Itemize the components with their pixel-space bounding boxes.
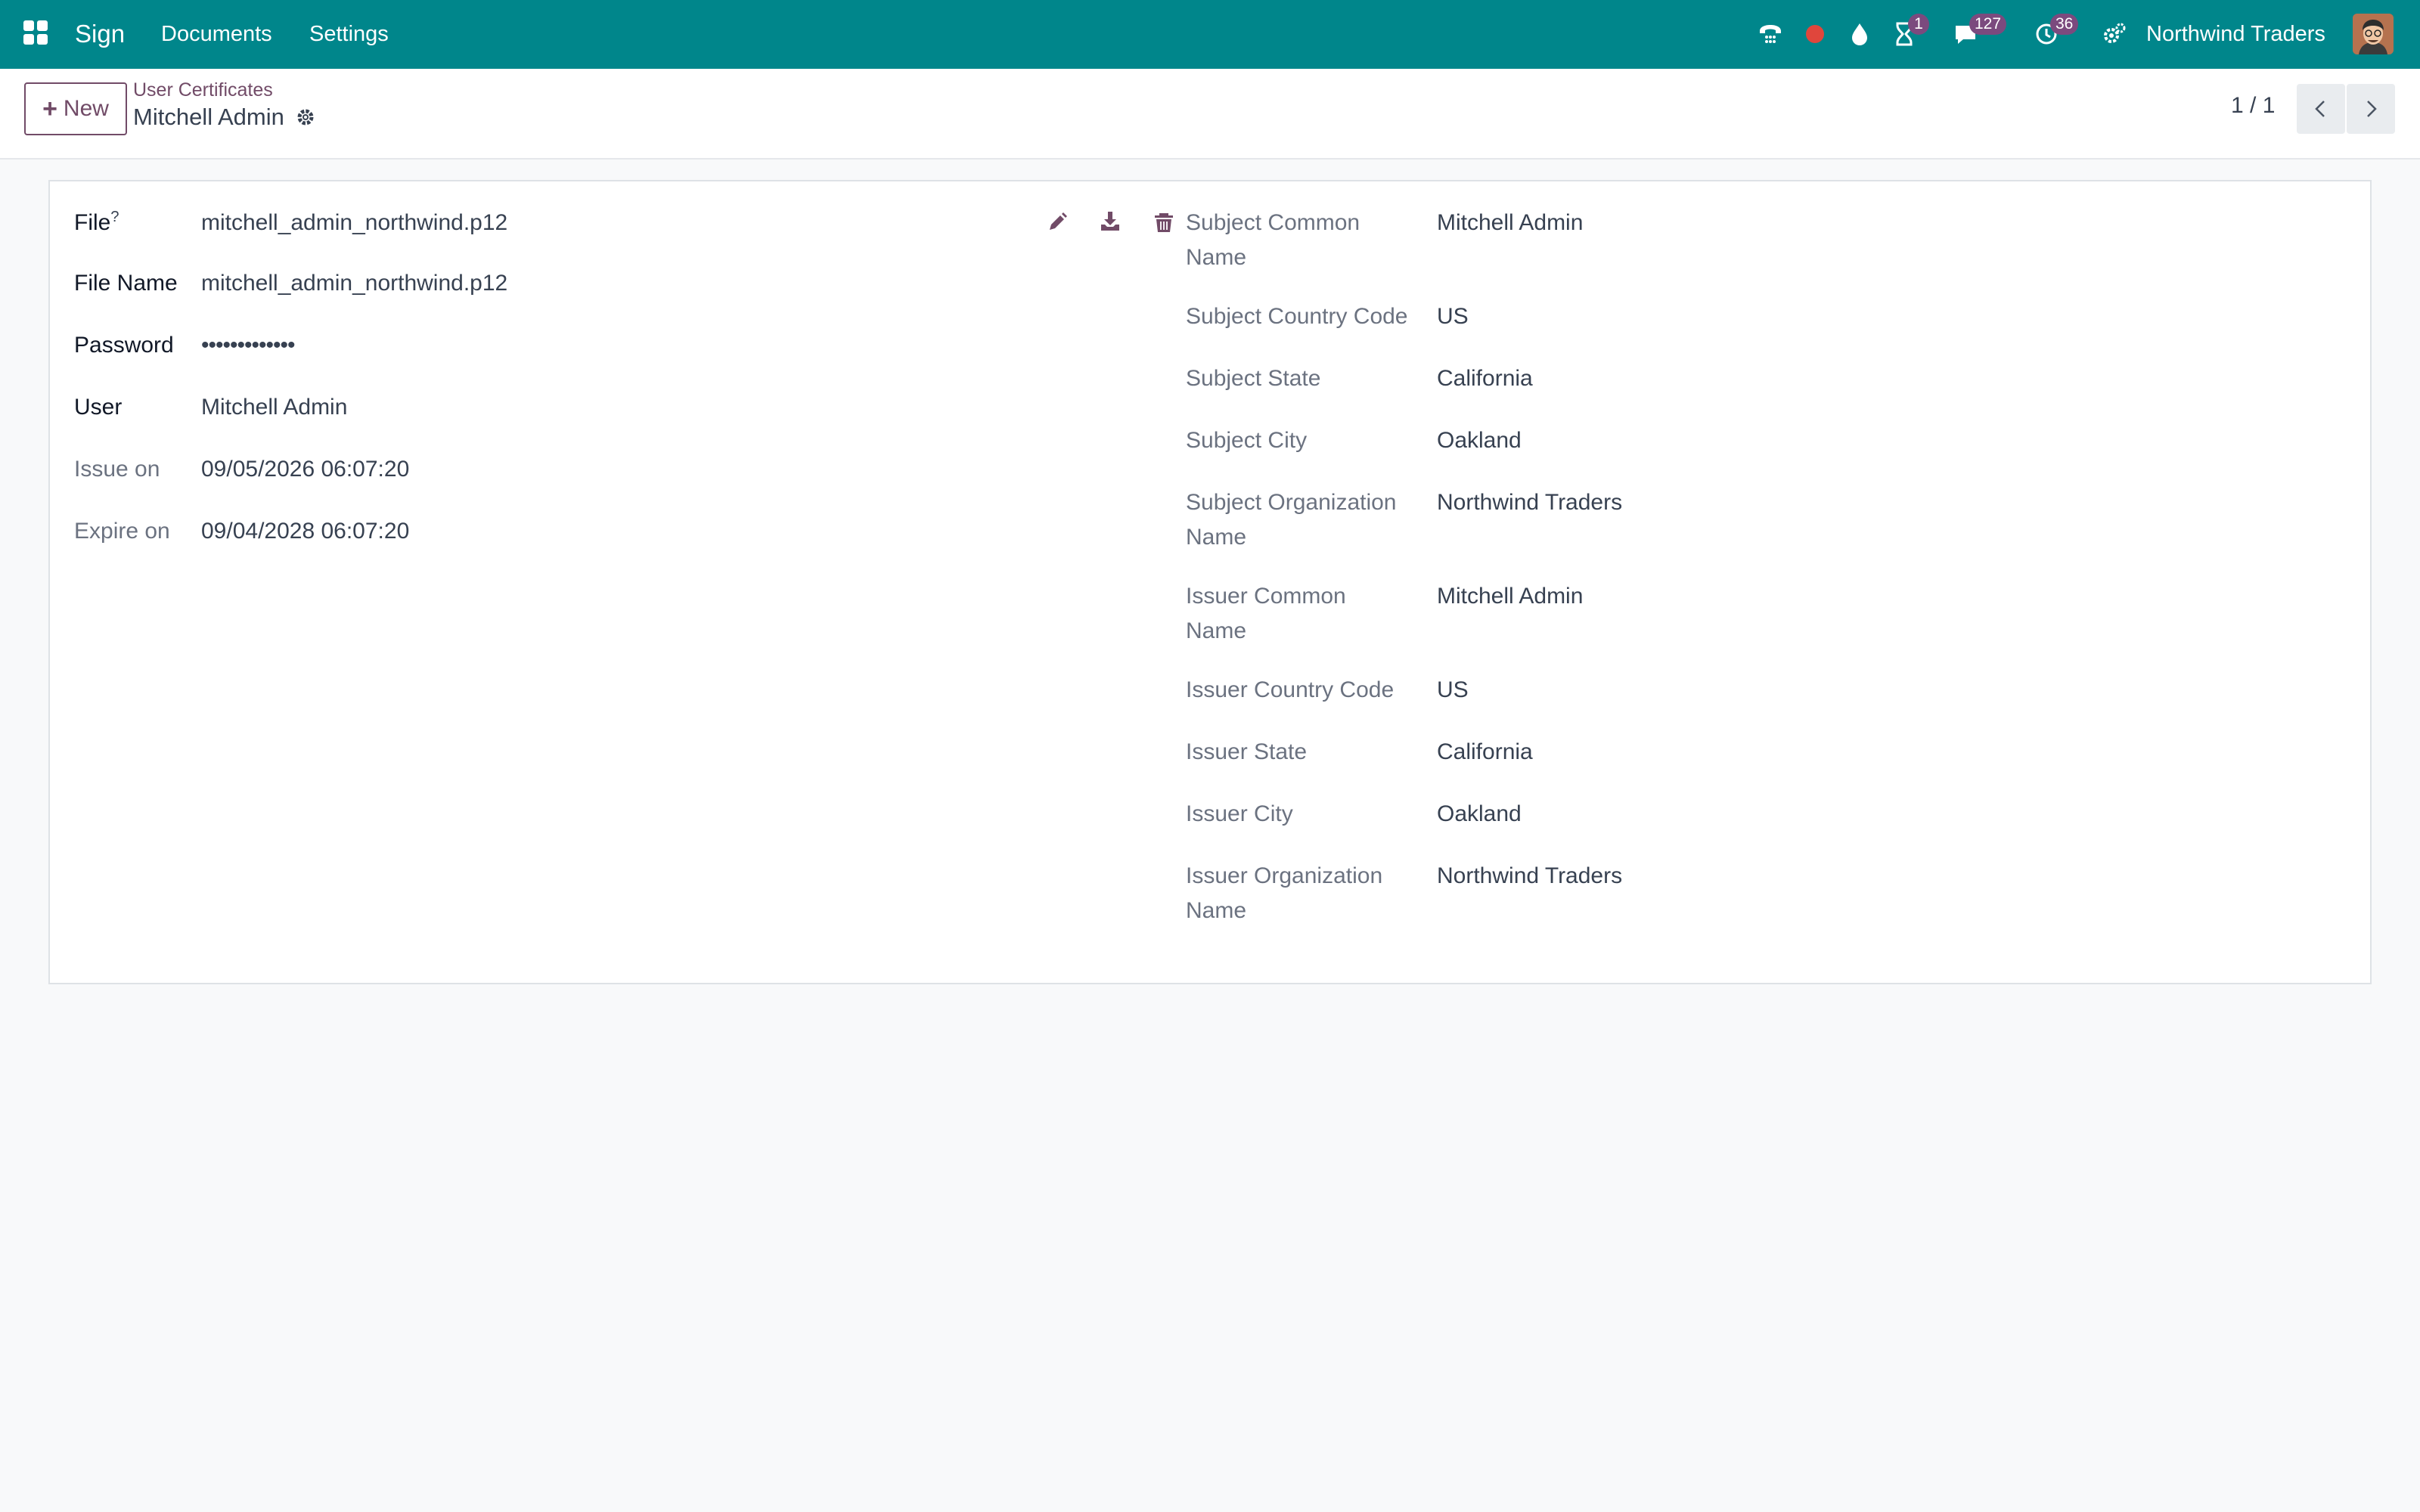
breadcrumb-user-certificates[interactable]: User Certificates [133,79,273,101]
issue-on-label: Issue on [74,457,160,482]
record-title-row: Mitchell Admin [133,104,316,131]
file-name-value[interactable]: mitchell_admin_northwind.p12 [201,266,507,301]
pager-next-button[interactable] [2347,84,2395,134]
issuer-organization-name-label: Issuer Organization Name [1186,863,1383,923]
subject-country-code-value: US [1437,304,1469,329]
pager-value[interactable]: 1 / 1 [2231,93,2275,119]
plus-icon: + [42,94,57,123]
issuer-common-name-value: Mitchell Admin [1437,584,1584,609]
app-name[interactable]: Sign [75,17,125,51]
expire-on-label: Expire on [74,519,170,544]
issue-on-value: 09/05/2026 06:07:20 [201,457,410,482]
subject-city-label: Subject City [1186,428,1308,453]
file-label: File? [74,206,119,240]
edit-icon[interactable] [1042,207,1072,237]
issuer-state-label: Issuer State [1186,739,1308,764]
settings-gears-icon[interactable] [2097,17,2132,51]
new-button-label: New [63,96,109,121]
company-name[interactable]: Northwind Traders [2146,17,2325,51]
activities-badge: 1 [1908,14,1929,35]
issuer-organization-name-value: Northwind Traders [1437,863,1623,888]
page-title: Mitchell Admin [133,104,284,130]
expire-on-value: 09/04/2028 06:07:20 [201,519,410,544]
password-value[interactable]: ••••••••••••• [201,328,296,363]
user-label: User [74,395,123,420]
clock-icon[interactable]: 36 [2029,14,2079,51]
drop-icon[interactable] [1842,17,1877,51]
messages-badge: 127 [1969,14,2007,35]
hourglass-icon[interactable]: 1 [1887,14,1929,51]
form-sheet: File? mitchell_admin_northwind.p12 File … [48,180,2372,984]
issuer-city-value: Oakland [1437,801,1522,826]
trash-icon[interactable] [1149,207,1179,237]
file-label-text: File [74,210,111,235]
apps-menu-icon[interactable] [23,20,48,45]
issuer-common-name-label: Issuer Common Name [1186,584,1346,643]
download-icon[interactable] [1095,206,1125,236]
control-panel: + New User Certificates Mitchell Admin 1… [0,69,2420,160]
avatar[interactable] [2353,14,2394,54]
subject-common-name-label: Subject Common Name [1186,210,1360,270]
pager-previous-button[interactable] [2297,84,2345,134]
subject-organization-name-value: Northwind Traders [1437,490,1623,515]
record-icon[interactable] [1798,17,1832,51]
gear-icon[interactable] [295,107,316,128]
issuer-country-code-value: US [1437,677,1469,702]
chevron-left-icon [2315,101,2325,117]
file-help-tooltip[interactable]: ? [110,209,119,225]
subject-state-value: California [1437,366,1533,391]
file-name-label: File Name [74,271,178,296]
chat-icon[interactable]: 127 [1948,14,2007,51]
top-navbar: Sign Documents Settings 1 127 36 Northwi… [0,0,2420,69]
issuer-country-code-label: Issuer Country Code [1186,677,1395,702]
subject-state-label: Subject State [1186,366,1321,391]
file-value[interactable]: mitchell_admin_northwind.p12 [201,206,507,240]
issuer-city-label: Issuer City [1186,801,1293,826]
issuer-state-value: California [1437,739,1533,764]
menu-documents[interactable]: Documents [161,17,272,51]
password-label: Password [74,333,174,358]
menu-settings[interactable]: Settings [309,17,389,51]
subject-common-name-value: Mitchell Admin [1437,210,1584,235]
subject-city-value: Oakland [1437,428,1522,453]
user-value[interactable]: Mitchell Admin [201,390,347,425]
chevron-right-icon [2367,101,2377,117]
new-button[interactable]: + New [24,82,127,135]
subject-organization-name-label: Subject Organization Name [1186,490,1397,550]
timesheet-badge: 36 [2050,14,2079,35]
phone-icon[interactable] [1753,17,1788,51]
subject-country-code-label: Subject Country Code [1186,304,1408,329]
